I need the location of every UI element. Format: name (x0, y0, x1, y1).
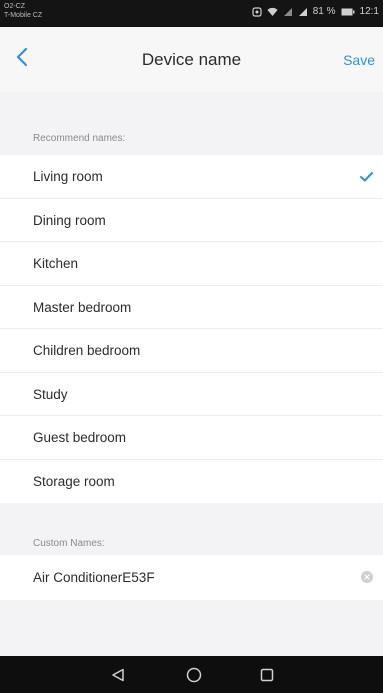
battery-level: 81 % (312, 6, 336, 17)
list-item-label: Master bedroom (33, 299, 132, 315)
list-item-label: Living room (33, 169, 103, 184)
list-item-label: Guest bedroom (33, 430, 127, 445)
list-item[interactable]: Master bedroom (0, 286, 383, 329)
status-bar: O2-CZ T-Mobile CZ 81 % 12:1 (0, 0, 383, 27)
signal-icon (283, 7, 293, 17)
custom-name-row (0, 555, 383, 600)
check-icon (360, 170, 373, 185)
custom-name-input[interactable] (33, 567, 333, 587)
nav-bar: Device name Save (0, 27, 383, 92)
list-item-label: Kitchen (33, 256, 79, 271)
save-button[interactable]: Save (343, 52, 375, 68)
list-item[interactable]: Living room (0, 155, 383, 199)
nfc-icon (252, 6, 262, 17)
recents-square-icon[interactable] (257, 665, 277, 685)
page-title: Device name (141, 50, 242, 69)
battery-icon (341, 8, 355, 16)
custom-section-header: Custom Names: (0, 503, 383, 555)
list-item[interactable]: Kitchen (0, 242, 383, 286)
clear-icon[interactable] (361, 571, 373, 583)
carrier-line-1: O2-CZ (4, 3, 25, 10)
list-item-label: Study (33, 386, 68, 402)
carrier-info: O2-CZ T-Mobile CZ (4, 2, 42, 20)
list-item-label: Storage room (33, 473, 115, 489)
recommend-header-label: Recommend names: (33, 133, 126, 144)
clock: 12:1 (359, 6, 379, 17)
custom-header-label: Custom Names: (33, 538, 105, 549)
signal-icon-2 (298, 7, 308, 17)
list-item[interactable]: Children bedroom (0, 329, 383, 373)
list-item[interactable]: Dining room (0, 199, 383, 242)
list-item-label: Dining room (33, 212, 106, 228)
status-icons: 81 % 12:1 (252, 6, 379, 17)
list-item[interactable]: Storage room (0, 460, 383, 504)
home-circle-icon[interactable] (184, 665, 204, 685)
system-nav-bar (0, 656, 383, 693)
recommend-section-header: Recommend names: (0, 92, 383, 144)
list-item-label: Children bedroom (33, 343, 141, 358)
back-triangle-icon[interactable] (108, 665, 128, 685)
wifi-icon (267, 7, 278, 17)
recommend-list: Living room Dining room Kitchen Master b… (0, 155, 383, 503)
list-item[interactable]: Guest bedroom (0, 416, 383, 460)
carrier-line-2: T-Mobile CZ (4, 12, 43, 19)
list-item[interactable]: Study (0, 373, 383, 416)
